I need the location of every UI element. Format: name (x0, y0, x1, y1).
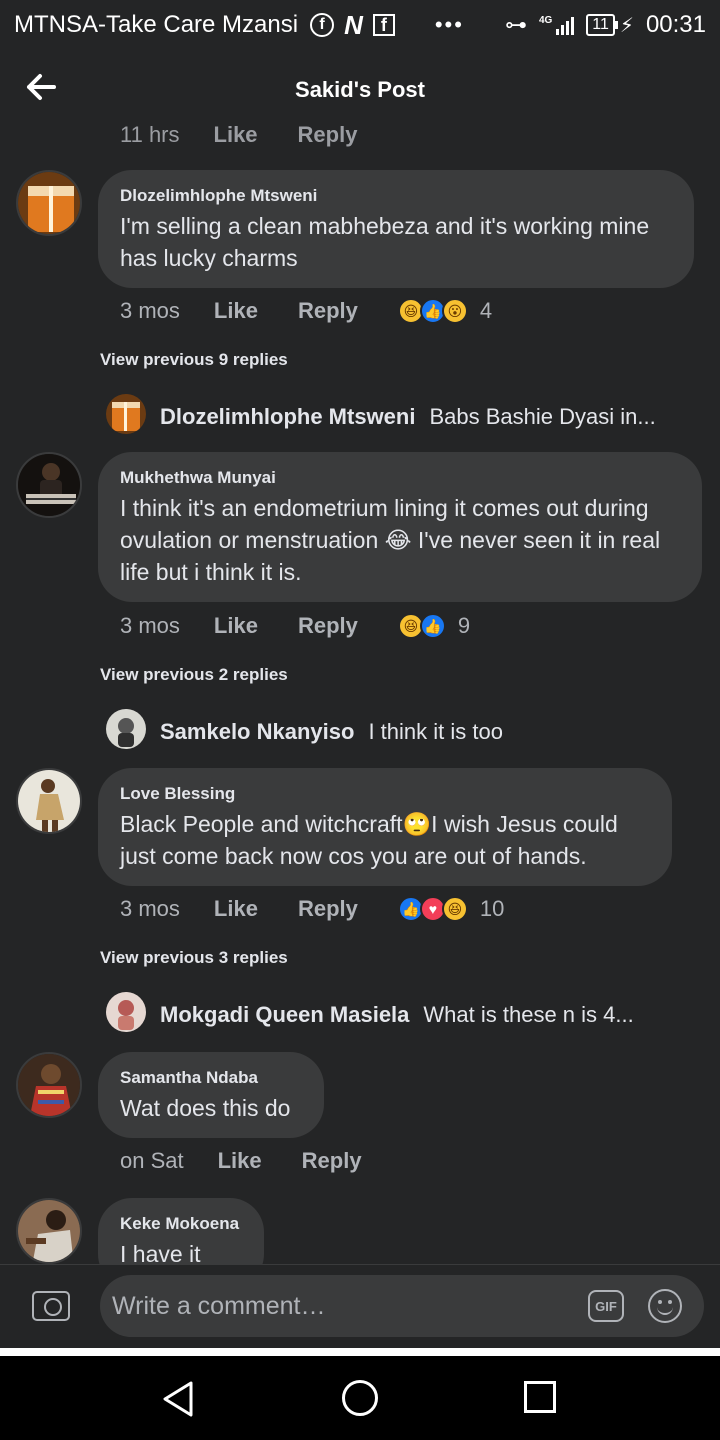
comment-author[interactable]: Dlozelimhlophe Mtsweni (120, 186, 672, 206)
comment-time: 11 hrs (120, 122, 180, 147)
battery-level: 11 (586, 14, 615, 36)
comment-meta: on Sat Like Reply (120, 1148, 402, 1174)
clock: 00:31 (645, 11, 706, 38)
comment-author[interactable]: Love Blessing (120, 784, 650, 804)
comment-bubble[interactable]: Samantha Ndaba Wat does this do (98, 1052, 324, 1138)
reply-button[interactable]: Reply (298, 613, 358, 639)
comment-author[interactable]: Mukhethwa Munyai (120, 468, 680, 488)
emoji-icon[interactable] (648, 1289, 682, 1323)
like-button[interactable]: Like (214, 613, 258, 639)
like-button[interactable]: Like (218, 1148, 262, 1174)
comment-bubble[interactable]: Keke Mokoena I have it (98, 1198, 264, 1264)
comment-meta: 3 mos Like Reply 👍 ♥ 😆 10 (120, 896, 504, 922)
back-arrow-icon[interactable] (26, 72, 56, 102)
status-bar: MTNSA-Take Care Mzansi f N f ••• ⊶ 4G 11… (0, 0, 720, 50)
avatar[interactable] (16, 1198, 82, 1264)
system-nav-bar (0, 1356, 720, 1440)
like-button[interactable]: Like (214, 896, 258, 922)
comment-text: I have it (120, 1241, 201, 1264)
camera-icon[interactable] (32, 1291, 70, 1321)
comment-meta-partial: 11 hrs Like Reply (120, 122, 397, 148)
comment-time: 3 mos (120, 896, 180, 921)
like-button[interactable]: Like (214, 298, 258, 324)
reply-author[interactable]: Dlozelimhlophe Mtsweni (160, 404, 415, 430)
reply-button[interactable]: Reply (298, 122, 358, 148)
reply-author[interactable]: Mokgadi Queen Masiela (160, 1002, 409, 1028)
comment-text: I'm selling a clean mabhebeza and it's w… (120, 213, 650, 271)
haha-reaction-icon: 😆 (441, 896, 468, 922)
comment-text: Black People and witchcraft🙄I wish Jesus… (120, 811, 618, 869)
comment-author[interactable]: Samantha Ndaba (120, 1068, 302, 1088)
reply-button[interactable]: Reply (302, 1148, 362, 1174)
divider (0, 1348, 720, 1356)
signal-icon: 4G (538, 15, 575, 35)
more-notifications-icon: ••• (434, 12, 464, 37)
comment-composer: GIF (0, 1264, 720, 1348)
reply-button[interactable]: Reply (298, 298, 358, 324)
reactions-summary[interactable]: 😆 👍 9 (397, 613, 471, 639)
comment-time: 3 mos (120, 613, 180, 638)
avatar[interactable] (16, 170, 82, 236)
charging-icon: ⚡ (619, 14, 634, 37)
comment-time: on Sat (120, 1148, 184, 1173)
facebook-lite-notification-icon: f (372, 14, 395, 36)
reaction-count: 4 (479, 298, 493, 323)
view-previous-replies[interactable]: View previous 9 replies (100, 350, 288, 370)
vpn-key-icon: ⊶ (504, 12, 527, 37)
nav-back-icon[interactable] (160, 1380, 196, 1423)
reply-text: Babs Bashie Dyasi in... (429, 404, 656, 429)
reply-button[interactable]: Reply (298, 896, 358, 922)
like-reaction-icon: 👍 (419, 613, 446, 639)
avatar[interactable] (16, 452, 82, 518)
page-title: Sakid's Post (295, 77, 425, 102)
comment-text: I think it's an endometrium lining it co… (120, 495, 661, 585)
comment-time: 3 mos (120, 298, 180, 323)
reactions-summary[interactable]: 👍 ♥ 😆 10 (397, 896, 505, 922)
comment-meta: 3 mos Like Reply 😆 👍 9 (120, 613, 470, 639)
comment-text: Wat does this do (120, 1095, 291, 1121)
reply-text: What is these n is 4... (423, 1002, 634, 1027)
reply-preview[interactable]: Samkelo Nkanyiso I think it is too (106, 719, 503, 745)
reactions-summary[interactable]: 😆 👍 😮 4 (397, 298, 493, 324)
comments-feed[interactable]: 11 hrs Like Reply Dlozelimhlophe Mtsweni… (0, 118, 720, 1264)
facebook-notification-icon: f (310, 13, 335, 37)
comment-bubble[interactable]: Mukhethwa Munyai I think it's an endomet… (98, 452, 702, 602)
carrier-name: MTNSA-Take Care Mzansi (14, 11, 299, 38)
reply-preview[interactable]: Mokgadi Queen Masiela What is these n is… (106, 1002, 634, 1028)
comment-bubble[interactable]: Love Blessing Black People and witchcraf… (98, 768, 672, 886)
view-previous-replies[interactable]: View previous 2 replies (100, 665, 288, 685)
network-type: 4G (538, 15, 553, 26)
nav-recents-icon[interactable] (524, 1381, 556, 1413)
gif-icon[interactable]: GIF (588, 1290, 624, 1322)
avatar[interactable] (16, 768, 82, 834)
reaction-count: 9 (457, 613, 471, 638)
battery-icon: 11 ⚡ (586, 13, 634, 38)
reply-author[interactable]: Samkelo Nkanyiso (160, 719, 354, 745)
avatar[interactable] (16, 1052, 82, 1118)
news-notification-icon: N (344, 9, 363, 40)
comment-bubble[interactable]: Dlozelimhlophe Mtsweni I'm selling a cle… (98, 170, 694, 288)
view-previous-replies[interactable]: View previous 3 replies (100, 948, 288, 968)
reply-preview[interactable]: Dlozelimhlophe Mtsweni Babs Bashie Dyasi… (106, 404, 656, 430)
reply-text: I think it is too (368, 719, 503, 744)
nav-home-icon[interactable] (342, 1380, 378, 1416)
comment-meta: 3 mos Like Reply 😆 👍 😮 4 (120, 298, 492, 324)
reaction-count: 10 (479, 896, 505, 921)
comment-author[interactable]: Keke Mokoena (120, 1214, 242, 1234)
like-button[interactable]: Like (214, 122, 258, 148)
wow-reaction-icon: 😮 (441, 298, 468, 324)
